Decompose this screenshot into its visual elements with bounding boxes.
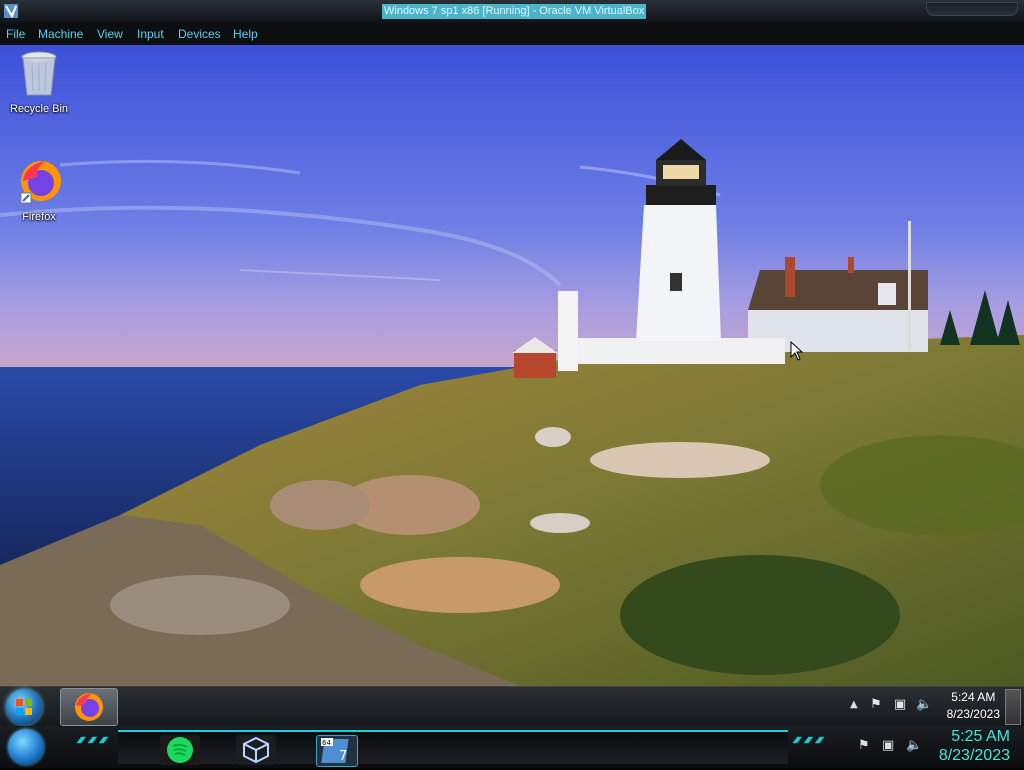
host-titlebar: Windows 7 sp1 x86 [Running] - Oracle VM … (0, 0, 1024, 24)
firefox-icon (75, 693, 103, 721)
window-controls[interactable] (926, 2, 1018, 16)
firefox-label: Firefox (22, 211, 56, 223)
taskbar-decoration (76, 736, 109, 744)
taskbar-firefox-button[interactable] (60, 688, 118, 726)
network-icon[interactable]: ▣ (892, 697, 908, 713)
host-pin-windows7-vm[interactable]: 64 7 (316, 735, 358, 767)
show-hidden-icons-arrow[interactable]: ▲ (850, 699, 858, 710)
taskbar-decoration (792, 736, 825, 744)
menu-devices[interactable]: Devices (178, 27, 221, 41)
vm-version-glyph: 7 (339, 749, 347, 764)
guest-start-button[interactable] (6, 689, 42, 725)
host-clock-date: 8/23/2023 (938, 747, 1010, 764)
vm-menubar: File Machine View Input Devices Help (0, 23, 1024, 45)
action-center-flag-icon[interactable]: ⚑ (858, 738, 870, 753)
volume-icon[interactable]: 🔈 (916, 697, 932, 713)
recycle-bin-icon (21, 51, 57, 96)
menu-file[interactable]: File (6, 27, 25, 41)
host-taskbar: 64 7 ⚑ ▣ 🔈 5:25 AM 8/23/2023 (0, 726, 1024, 768)
lighthouse-wallpaper (0, 45, 1024, 686)
firefox-icon (20, 161, 61, 204)
host-clock-time: 5:25 AM (951, 728, 1010, 745)
action-center-flag-icon[interactable]: ⚑ (868, 697, 884, 713)
show-desktop-button[interactable] (1005, 689, 1021, 725)
windows-logo-icon (16, 699, 32, 715)
guest-desktop[interactable]: Recycle Bin Firefox (0, 45, 1024, 686)
desktop-icon-firefox[interactable]: Firefox (4, 157, 74, 223)
window-title: Windows 7 sp1 x86 [Running] - Oracle VM … (382, 4, 647, 19)
host-start-button[interactable] (8, 729, 44, 765)
menu-input[interactable]: Input (137, 27, 164, 41)
host-dock: 64 7 (118, 730, 788, 767)
vm-badge: 64 (322, 739, 331, 747)
host-clock[interactable]: 5:25 AM 8/23/2023 (939, 727, 1010, 765)
windows7-vm-icon: 64 7 (321, 738, 349, 764)
menu-help[interactable]: Help (233, 27, 258, 41)
recycle-bin-label: Recycle Bin (9, 103, 69, 115)
guest-clock-date: 8/23/2023 (946, 707, 1000, 721)
menu-machine[interactable]: Machine (38, 27, 83, 41)
volume-icon[interactable]: 🔈 (906, 738, 922, 753)
host-pin-virtualbox[interactable] (236, 735, 276, 765)
guest-taskbar: ▲ ⚑ ▣ 🔈 5:24 AM 8/23/2023 (0, 686, 1024, 727)
menu-view[interactable]: View (97, 27, 123, 41)
virtualbox-icon (243, 736, 269, 764)
virtualbox-app-icon[interactable] (3, 3, 19, 19)
desktop-icon-recycle-bin[interactable]: Recycle Bin (4, 51, 74, 115)
mouse-cursor-icon (790, 341, 804, 361)
guest-clock-time: 5:24 AM (951, 690, 996, 704)
host-pin-spotify[interactable] (160, 735, 200, 765)
network-icon[interactable]: ▣ (882, 738, 894, 753)
spotify-icon (167, 737, 193, 763)
guest-clock[interactable]: 5:24 AM 8/23/2023 (947, 689, 1000, 723)
